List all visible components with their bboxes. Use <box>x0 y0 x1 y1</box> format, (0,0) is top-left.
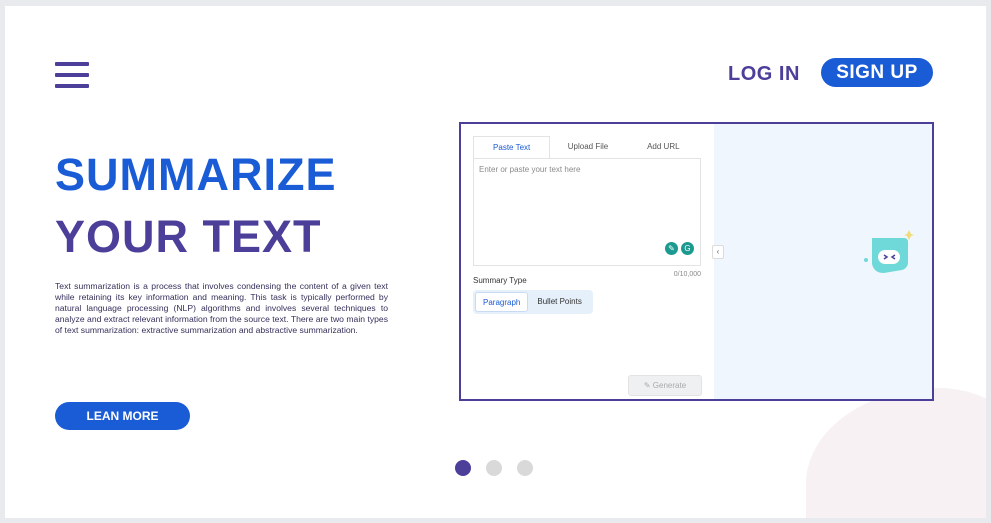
wand-icon: ✎ <box>643 381 651 390</box>
carousel-dot-1[interactable] <box>455 460 471 476</box>
summary-type-bullets[interactable]: Bullet Points <box>530 292 588 312</box>
summary-type-label: Summary Type <box>473 276 527 285</box>
summary-type-paragraph[interactable]: Paragraph <box>475 292 529 312</box>
hero-description: Text summarization is a process that inv… <box>55 281 388 335</box>
page-frame: LOG IN SIGN UP SUMMARIZE YOUR TEXT Text … <box>5 6 986 518</box>
decorative-blob <box>806 388 986 518</box>
output-panel <box>714 124 932 399</box>
carousel-dot-2[interactable] <box>486 460 502 476</box>
hero-title-line2: YOUR TEXT <box>55 211 322 262</box>
textarea-tools: ✎ G <box>665 242 694 255</box>
tab-upload-file[interactable]: Upload File <box>550 136 625 158</box>
robot-icon <box>864 230 914 273</box>
hero-title-line1: SUMMARIZE <box>55 149 337 200</box>
tab-add-url[interactable]: Add URL <box>626 136 701 158</box>
input-panel: Paste Text Upload File Add URL Enter or … <box>461 124 714 399</box>
grammar-icon[interactable]: G <box>681 242 694 255</box>
text-input-placeholder: Enter or paste your text here <box>479 165 581 174</box>
signup-button[interactable]: SIGN UP <box>821 58 933 87</box>
input-tabs: Paste Text Upload File Add URL <box>473 136 701 158</box>
char-counter: 0/10,000 <box>673 271 701 278</box>
learn-more-button[interactable]: LEAN MORE <box>55 402 190 430</box>
generate-button[interactable]: ✎ Generate <box>628 375 702 396</box>
tab-paste-text[interactable]: Paste Text <box>473 136 551 158</box>
generate-label: Generate <box>652 381 687 390</box>
summary-type-toggle: Paragraph Bullet Points <box>473 290 593 314</box>
carousel-dots <box>455 460 533 476</box>
carousel-dot-3[interactable] <box>517 460 533 476</box>
lightbulb-icon[interactable]: ✎ <box>665 242 678 255</box>
summarizer-mockup: Paste Text Upload File Add URL Enter or … <box>459 122 934 401</box>
collapse-toggle[interactable]: ‹ <box>712 245 724 259</box>
menu-icon[interactable] <box>55 62 89 92</box>
login-link[interactable]: LOG IN <box>728 63 800 86</box>
